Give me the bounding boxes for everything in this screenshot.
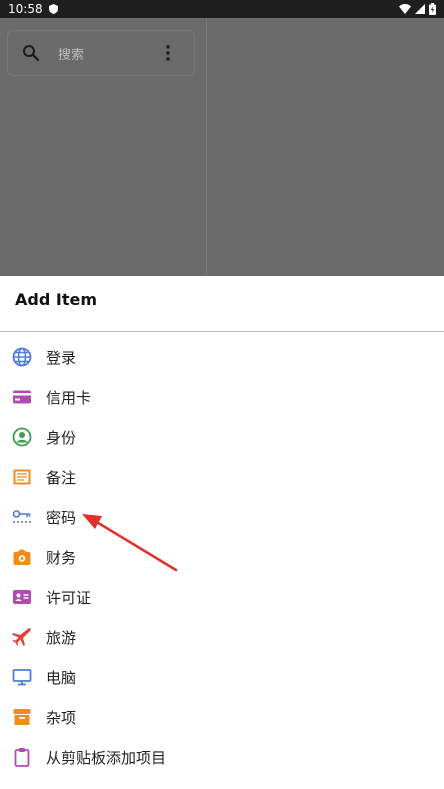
item-travel-label: 旅游 xyxy=(46,628,77,647)
vpn-shield-icon xyxy=(48,4,58,14)
item-password[interactable]: 密码 xyxy=(0,497,444,537)
item-password-label: 密码 xyxy=(46,508,77,527)
item-license-label: 许可证 xyxy=(46,588,92,607)
wallet-icon xyxy=(13,549,31,565)
item-credit-card-label: 信用卡 xyxy=(46,388,92,407)
item-misc[interactable]: 杂项 xyxy=(0,697,444,737)
license-icon xyxy=(13,590,31,604)
item-add-from-clipboard-label: 从剪贴板添加项目 xyxy=(46,748,167,767)
sheet-title: Add Item xyxy=(15,290,97,309)
status-left: 10:58 xyxy=(8,2,58,16)
wifi-icon xyxy=(399,4,411,14)
status-right xyxy=(399,3,436,15)
status-time: 10:58 xyxy=(8,2,43,16)
search-placeholder[interactable]: 搜索 xyxy=(58,44,84,63)
item-computer-label: 电脑 xyxy=(46,668,77,687)
dimmed-background[interactable]: 搜索 xyxy=(0,18,444,276)
more-vert-icon[interactable] xyxy=(166,45,170,61)
airplane-icon xyxy=(12,628,31,646)
item-misc-label: 杂项 xyxy=(46,708,77,727)
item-note-label: 备注 xyxy=(46,468,77,487)
computer-icon xyxy=(12,669,32,686)
sheet-divider xyxy=(0,331,444,332)
note-icon xyxy=(13,469,31,485)
status-bar: 10:58 xyxy=(0,0,444,18)
item-finance-label: 财务 xyxy=(46,548,77,567)
globe-icon xyxy=(12,347,32,367)
add-item-sheet: Add Item 登录 信用卡 身份 备注 密码 财务 许可证 旅游 电脑 杂项… xyxy=(0,276,444,789)
clipboard-icon xyxy=(14,748,30,767)
search-bar[interactable]: 搜索 xyxy=(7,30,195,76)
item-add-from-clipboard[interactable]: 从剪贴板添加项目 xyxy=(0,737,444,777)
item-identity[interactable]: 身份 xyxy=(0,417,444,457)
item-license[interactable]: 许可证 xyxy=(0,577,444,617)
key-icon xyxy=(12,510,31,523)
item-note[interactable]: 备注 xyxy=(0,457,444,497)
cell-signal-icon xyxy=(415,4,425,14)
battery-icon xyxy=(429,3,436,15)
pane-divider xyxy=(206,18,207,276)
search-icon[interactable] xyxy=(22,44,40,62)
item-finance[interactable]: 财务 xyxy=(0,537,444,577)
item-login[interactable]: 登录 xyxy=(0,337,444,377)
item-login-label: 登录 xyxy=(46,348,77,367)
archive-box-icon xyxy=(13,709,31,725)
credit-card-icon xyxy=(13,390,31,404)
identity-icon xyxy=(12,427,32,447)
item-identity-label: 身份 xyxy=(46,428,77,447)
item-computer[interactable]: 电脑 xyxy=(0,657,444,697)
item-travel[interactable]: 旅游 xyxy=(0,617,444,657)
item-credit-card[interactable]: 信用卡 xyxy=(0,377,444,417)
